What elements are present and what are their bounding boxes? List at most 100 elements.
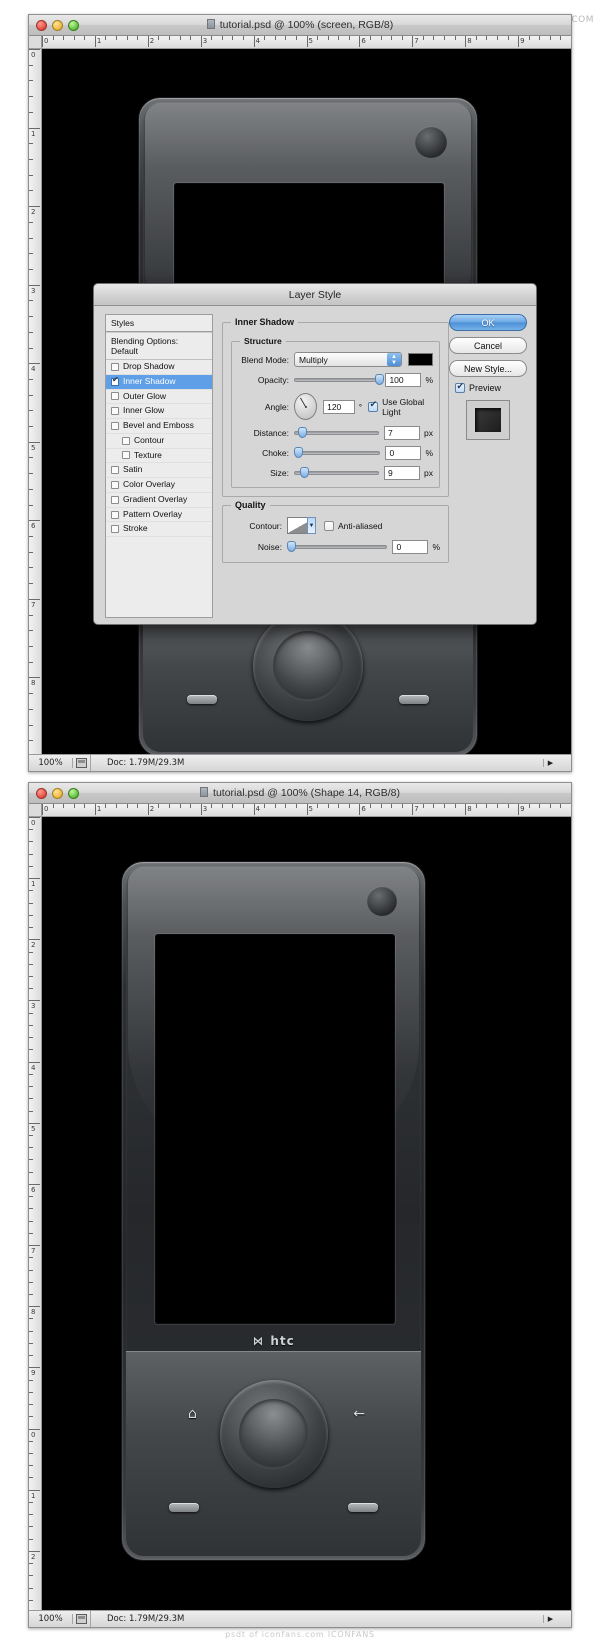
style-row-contour[interactable]: Contour: [106, 434, 212, 449]
anti-aliased-row[interactable]: Anti-aliased: [324, 520, 382, 531]
ruler-tick: [29, 536, 33, 538]
angle-input[interactable]: 120: [323, 399, 355, 414]
anti-aliased-checkbox[interactable]: [324, 520, 334, 531]
ruler-tick: [549, 36, 551, 40]
ruler-tick: [221, 36, 223, 40]
opacity-slider[interactable]: [294, 374, 385, 386]
minimize-button-icon[interactable]: [52, 19, 63, 31]
contour-preset-picker[interactable]: ▼: [287, 517, 316, 534]
window1-zoom-level[interactable]: 100%: [29, 758, 73, 768]
window2-horizontal-ruler[interactable]: 0 1 2 3 4 5 6 7 8 9: [42, 804, 571, 817]
shadow-color-swatch[interactable]: [408, 353, 433, 366]
use-global-light-row[interactable]: Use Global Light: [368, 397, 433, 417]
use-global-light-checkbox[interactable]: [368, 400, 379, 412]
ruler-number: 4: [31, 365, 36, 374]
noise-slider-thumb[interactable]: [287, 541, 296, 552]
window2-doc-size: Doc: 1.79M/29.3M: [107, 1614, 185, 1624]
window2-vertical-ruler[interactable]: 0 1 2 3 4 5 6 7 8 9 0 1 2: [29, 817, 42, 1610]
style-row-inner-shadow[interactable]: Inner Shadow: [106, 374, 212, 390]
ruler-tick: [29, 378, 33, 380]
dialog-titlebar[interactable]: Layer Style: [94, 284, 536, 306]
window2-status-menu-arrow-icon[interactable]: ▶: [543, 1615, 557, 1623]
choke-input[interactable]: 0: [385, 446, 422, 460]
style-checkbox[interactable]: [111, 525, 119, 534]
style-row-drop-shadow[interactable]: Drop Shadow: [106, 360, 212, 375]
layer-style-dialog[interactable]: Layer Style Styles Blending Options: Def…: [93, 283, 537, 625]
choke-slider-thumb[interactable]: [294, 447, 303, 458]
ok-button[interactable]: OK: [449, 314, 527, 331]
window1-titlebar[interactable]: tutorial.psd @ 100% (screen, RGB/8): [29, 15, 571, 36]
noise-input[interactable]: 0: [392, 540, 429, 554]
distance-input[interactable]: 7: [384, 426, 421, 440]
blend-mode-select-wrap[interactable]: Multiply ▲ ▼: [294, 352, 402, 367]
style-checkbox[interactable]: [111, 510, 119, 519]
zoom-button-icon[interactable]: [68, 787, 79, 799]
ruler-tick: [369, 804, 371, 808]
new-style-button[interactable]: New Style...: [449, 360, 527, 377]
style-checkbox[interactable]: [111, 481, 119, 489]
choke-slider[interactable]: [294, 447, 381, 459]
contour-dropdown-arrow-icon[interactable]: ▼: [307, 517, 316, 534]
phone-camera-icon-1: [415, 126, 447, 158]
style-row-outer-glow[interactable]: Outer Glow: [106, 390, 212, 405]
style-checkbox[interactable]: [111, 362, 119, 371]
style-row-satin[interactable]: Satin: [106, 463, 212, 479]
chevron-updown-icon[interactable]: ▲ ▼: [387, 353, 401, 366]
opacity-slider-thumb[interactable]: [375, 374, 385, 385]
style-row-label: Inner Shadow: [123, 375, 176, 386]
blend-mode-select[interactable]: Multiply: [294, 352, 402, 367]
ruler-tick: [243, 36, 245, 40]
window1-proxy-icon[interactable]: [73, 755, 91, 771]
blending-options-row[interactable]: Blending Options: Default: [106, 332, 212, 360]
minimize-button-icon[interactable]: [52, 787, 63, 799]
style-checkbox[interactable]: [111, 421, 119, 430]
distance-slider-thumb[interactable]: [298, 427, 308, 438]
window1-status-menu-arrow-icon[interactable]: ▶: [543, 759, 557, 767]
window1-canvas[interactable]: Layer Style Styles Blending Options: Def…: [43, 49, 571, 754]
style-row-bevel-and-emboss[interactable]: Bevel and Emboss: [106, 419, 212, 434]
style-row-texture[interactable]: Texture: [106, 449, 212, 464]
distance-slider[interactable]: [294, 427, 380, 439]
angle-dial[interactable]: [294, 393, 318, 420]
ruler-tick: [29, 520, 40, 522]
style-checkbox[interactable]: [111, 376, 119, 386]
style-row-pattern-overlay[interactable]: Pattern Overlay: [106, 508, 212, 523]
ruler-tick: [42, 36, 43, 47]
window2-zoom-level[interactable]: 100%: [29, 1614, 73, 1624]
style-row-inner-glow[interactable]: Inner Glow: [106, 404, 212, 420]
preview-checkbox[interactable]: [455, 382, 465, 393]
style-row-color-overlay[interactable]: Color Overlay: [106, 478, 212, 493]
style-checkbox[interactable]: [122, 436, 130, 445]
phone-navpad-2: [219, 1380, 328, 1488]
ruler-tick: [147, 36, 149, 47]
style-checkbox[interactable]: [111, 466, 119, 475]
window1-vertical-ruler[interactable]: 0 1 2 3 4 5 6 7 8: [29, 49, 42, 754]
styles-list-panel[interactable]: Styles Blending Options: Default Drop Sh…: [105, 314, 213, 618]
close-button-icon[interactable]: [36, 787, 47, 799]
cancel-button[interactable]: Cancel: [449, 337, 527, 354]
size-input[interactable]: 9: [384, 466, 421, 480]
style-checkbox[interactable]: [122, 451, 130, 460]
opacity-input[interactable]: 100: [385, 373, 422, 387]
ruler-tick: [29, 614, 33, 616]
preview-row[interactable]: Preview: [455, 382, 527, 393]
window1-horizontal-ruler[interactable]: 0 1 2 3 4 5 6 7 8 9: [42, 36, 571, 49]
ruler-tick: [29, 630, 33, 632]
size-slider[interactable]: [294, 467, 380, 479]
window2-titlebar[interactable]: tutorial.psd @ 100% (Shape 14, RGB/8): [29, 783, 571, 804]
style-checkbox[interactable]: [111, 392, 119, 401]
size-unit: px: [424, 468, 433, 478]
style-checkbox[interactable]: [111, 495, 119, 504]
close-button-icon[interactable]: [36, 19, 47, 31]
ruler-tick: [29, 1281, 33, 1283]
noise-slider[interactable]: [287, 541, 388, 553]
size-slider-thumb[interactable]: [299, 467, 309, 478]
style-row-label: Pattern Overlay: [123, 508, 183, 519]
style-checkbox[interactable]: [111, 407, 119, 416]
phone-mockup-2: ⋈ htc ⌂ ←: [121, 861, 426, 1561]
zoom-button-icon[interactable]: [68, 19, 79, 31]
style-row-gradient-overlay[interactable]: Gradient Overlay: [106, 493, 212, 508]
window2-canvas[interactable]: ⋈ htc ⌂ ←: [43, 817, 571, 1610]
window2-proxy-icon[interactable]: [73, 1611, 91, 1627]
style-row-stroke[interactable]: Stroke: [106, 522, 212, 538]
